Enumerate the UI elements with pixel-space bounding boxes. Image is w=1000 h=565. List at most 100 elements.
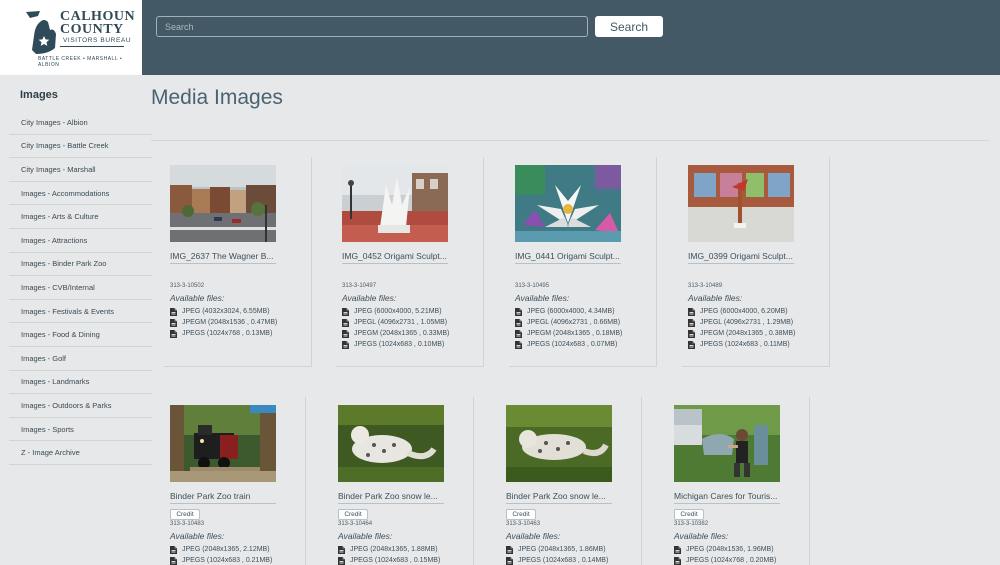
sidebar-item[interactable]: Images - Food & Dining	[9, 323, 152, 347]
file-download-link[interactable]: JPEGM (2048x1365 , 0.18MB)	[515, 328, 622, 339]
available-files-label: Available files:	[338, 531, 393, 541]
media-id: 313-3-10483	[170, 521, 205, 527]
file-list: JPEG (2048x1536, 1.96MB) JPEGS (1024x768 …	[674, 544, 776, 565]
file-label: JPEGM (2048x1365 , 0.18MB)	[527, 330, 623, 337]
credit-button[interactable]: Credit	[506, 509, 536, 520]
media-thumbnail[interactable]	[515, 165, 621, 242]
media-thumbnail[interactable]	[674, 405, 780, 482]
file-download-link[interactable]: JPEGS (1024x683 , 0.14MB)	[506, 555, 608, 565]
logo-line-2: COUNTY	[60, 22, 124, 37]
file-download-link[interactable]: JPEG (6000x4000, 4.34MB)	[515, 306, 622, 317]
file-download-link[interactable]: JPEG (2048x1365, 2.12MB)	[170, 544, 272, 555]
media-thumbnail[interactable]	[342, 165, 448, 242]
file-list: JPEG (2048x1365, 2.12MB) JPEGS (1024x683 …	[170, 544, 272, 565]
media-title[interactable]: Binder Park Zoo snow le...	[506, 491, 612, 504]
credit-button[interactable]: Credit	[170, 509, 200, 520]
file-label: JPEGS (1024x683 , 0.07MB)	[527, 341, 618, 348]
media-id: 313-3-10464	[338, 521, 373, 527]
file-icon	[170, 318, 182, 327]
file-label: JPEGL (4096x2731 , 1.29MB)	[700, 319, 794, 326]
file-download-link[interactable]: JPEGS (1024x683 , 0.15MB)	[338, 555, 440, 565]
file-icon	[688, 329, 700, 338]
sidebar-item[interactable]: Images - Golf	[9, 347, 152, 371]
file-download-link[interactable]: JPEGL (4096x2731 , 0.66MB)	[515, 317, 622, 328]
file-label: JPEG (6000x4000, 5.21MB)	[354, 308, 442, 315]
logo-divider	[60, 46, 124, 47]
sidebar-heading: Images	[20, 89, 58, 101]
file-download-link[interactable]: JPEG (6000x4000, 6.20MB)	[688, 306, 795, 317]
media-title[interactable]: IMG_0441 Origami Sculpt...	[515, 251, 621, 264]
file-download-link[interactable]: JPEGS (1024x768 , 0.20MB)	[674, 555, 776, 565]
sidebar-item[interactable]: Images - CVB/Internal	[9, 276, 152, 300]
file-icon	[338, 545, 350, 554]
sidebar-item[interactable]: City Images - Battle Creek	[9, 135, 152, 159]
media-card: IMG_0452 Origami Sculpt... 313-3-10497 Ava…	[336, 157, 484, 367]
sidebar-item[interactable]: Z - Image Archive	[9, 441, 152, 465]
file-download-link[interactable]: JPEGM (2048x1365 , 0.38MB)	[688, 328, 795, 339]
media-title[interactable]: Binder Park Zoo snow le...	[338, 491, 444, 504]
file-list: JPEG (2048x1365, 1.88MB) JPEGS (1024x683 …	[338, 544, 440, 565]
sidebar-item[interactable]: City Images - Albion	[9, 111, 152, 135]
sidebar-item[interactable]: Images - Sports	[9, 418, 152, 442]
file-download-link[interactable]: JPEGS (1024x768 , 0.13MB)	[170, 328, 277, 339]
top-header: CALHOUN COUNTY VISITORS BUREAU BATTLE CR…	[0, 0, 1000, 75]
file-download-link[interactable]: JPEG (6000x4000, 5.21MB)	[342, 306, 449, 317]
media-card: IMG_0399 Origami Sculpt... 313-3-10489 Ava…	[682, 157, 830, 367]
file-icon	[170, 556, 182, 565]
file-icon	[515, 307, 527, 316]
site-logo[interactable]: CALHOUN COUNTY VISITORS BUREAU BATTLE CR…	[0, 0, 142, 75]
media-thumbnail[interactable]	[688, 165, 794, 242]
file-label: JPEGS (1024x683 , 0.21MB)	[182, 557, 273, 564]
available-files-label: Available files:	[170, 293, 225, 303]
file-download-link[interactable]: JPEGS (1024x683 , 0.07MB)	[515, 339, 622, 350]
media-thumbnail[interactable]	[338, 405, 444, 482]
file-download-link[interactable]: JPEG (4032x3024, 6.55MB)	[170, 306, 277, 317]
file-icon	[342, 340, 354, 349]
file-download-link[interactable]: JPEGS (1024x683 , 0.21MB)	[170, 555, 272, 565]
media-card: Binder Park Zoo snow le... Credit 313-3-10…	[332, 397, 474, 565]
file-download-link[interactable]: JPEGL (4096x2731 , 1.29MB)	[688, 317, 795, 328]
credit-button[interactable]: Credit	[338, 509, 368, 520]
media-card: Binder Park Zoo snow le... Credit 313-3-10…	[500, 397, 642, 565]
file-label: JPEGM (2048x1536 , 0.47MB)	[182, 319, 278, 326]
media-thumbnail[interactable]	[170, 405, 276, 482]
search-input[interactable]	[156, 16, 588, 37]
search-button[interactable]: Search	[595, 16, 663, 37]
file-icon	[688, 340, 700, 349]
file-download-link[interactable]: JPEGL (4096x2731 , 1.05MB)	[342, 317, 449, 328]
media-id: 313-3-10497	[342, 283, 377, 289]
file-download-link[interactable]: JPEGM (2048x1536 , 0.47MB)	[170, 317, 277, 328]
media-title[interactable]: Michigan Cares for Touris...	[674, 491, 780, 504]
credit-button[interactable]: Credit	[674, 509, 704, 520]
sidebar-item[interactable]: Images - Arts & Culture	[9, 205, 152, 229]
sidebar-item[interactable]: Images - Outdoors & Parks	[9, 394, 152, 418]
file-download-link[interactable]: JPEGS (1024x683 , 0.11MB)	[688, 339, 795, 350]
file-icon	[674, 556, 686, 565]
sidebar-item[interactable]: City Images - Marshall	[9, 158, 152, 182]
available-files-label: Available files:	[342, 293, 397, 303]
sidebar-item[interactable]: Images - Binder Park Zoo	[9, 253, 152, 277]
file-download-link[interactable]: JPEGM (2048x1365 , 0.33MB)	[342, 328, 449, 339]
media-title[interactable]: IMG_2637 The Wagner B...	[170, 251, 276, 264]
title-divider	[151, 140, 989, 141]
sidebar-item[interactable]: Images - Accommodations	[9, 182, 152, 206]
media-title[interactable]: IMG_0399 Origami Sculpt...	[688, 251, 794, 264]
sidebar-item[interactable]: Images - Attractions	[9, 229, 152, 253]
media-thumbnail[interactable]	[170, 165, 276, 242]
media-id: 313-3-10489	[688, 283, 723, 289]
file-download-link[interactable]: JPEG (2048x1365, 1.88MB)	[338, 544, 440, 555]
file-download-link[interactable]: JPEG (2048x1536, 1.96MB)	[674, 544, 776, 555]
file-label: JPEGM (2048x1365 , 0.33MB)	[354, 330, 450, 337]
file-list: JPEG (4032x3024, 6.55MB) JPEGM (2048x1536…	[170, 306, 277, 339]
media-title[interactable]: IMG_0452 Origami Sculpt...	[342, 251, 448, 264]
file-download-link[interactable]: JPEG (2048x1365, 1.86MB)	[506, 544, 608, 555]
file-label: JPEG (2048x1365, 1.86MB)	[518, 546, 606, 553]
sidebar-item[interactable]: Images - Landmarks	[9, 371, 152, 395]
sidebar-item[interactable]: Images - Festivals & Events	[9, 300, 152, 324]
file-download-link[interactable]: JPEGS (1024x683 , 0.10MB)	[342, 339, 449, 350]
media-thumbnail[interactable]	[506, 405, 612, 482]
media-title[interactable]: Binder Park Zoo train	[170, 491, 276, 504]
file-label: JPEGS (1024x768 , 0.13MB)	[182, 330, 273, 337]
file-icon	[342, 318, 354, 327]
file-icon	[688, 318, 700, 327]
